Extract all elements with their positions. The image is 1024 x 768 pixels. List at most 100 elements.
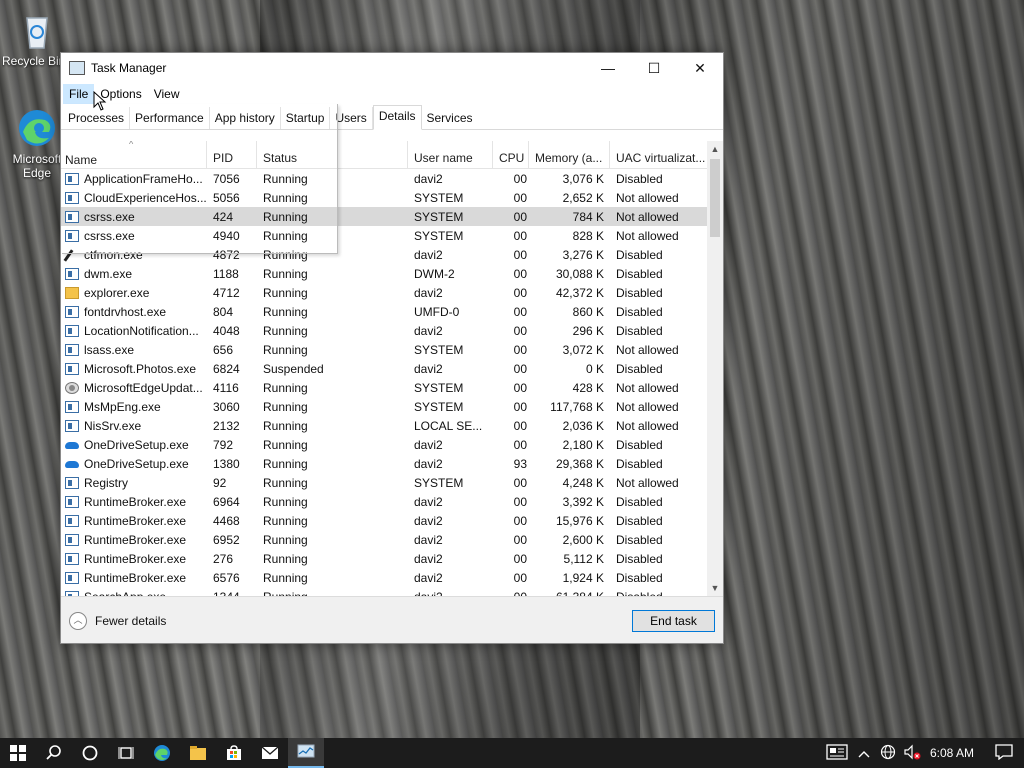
table-row[interactable]: Microsoft.Photos.exe 6824 Suspended davi2 00…: [61, 359, 707, 378]
table-row[interactable]: MicrosoftEdgeUpdat... 4116 Running SYSTEM 00…: [61, 378, 707, 397]
process-name: RuntimeBroker.exe: [84, 532, 187, 547]
scroll-up-icon[interactable]: ▲: [707, 141, 723, 157]
cell-name: explorer.exe: [61, 286, 207, 300]
table-row[interactable]: MsMpEng.exe 3060 Running SYSTEM 00 117,768 K N…: [61, 397, 707, 416]
minimize-button[interactable]: —: [585, 53, 631, 83]
cell-memory: 4,248 K: [562, 475, 604, 490]
tab-details[interactable]: Details: [372, 105, 422, 130]
table-row[interactable]: ApplicationFrameHo... 7056 Running davi2 00 3…: [61, 169, 707, 188]
cell-user-name: davi2: [414, 437, 443, 452]
start-button[interactable]: [0, 738, 36, 768]
cell-uac-virtualization: Disabled: [616, 285, 663, 300]
cell-uac-virtualization: Not allowed: [616, 190, 679, 205]
volume-muted-icon[interactable]: [900, 744, 924, 763]
tab-services[interactable]: Services: [422, 107, 478, 129]
scrollbar-thumb[interactable]: [710, 159, 720, 237]
table-row[interactable]: RuntimeBroker.exe 276 Running davi2 00 5,112 …: [61, 549, 707, 568]
edge-icon: [154, 745, 170, 761]
table-row[interactable]: csrss.exe 4940 Running SYSTEM 00 828 K Not all…: [61, 226, 707, 245]
tab-users[interactable]: Users: [330, 107, 373, 129]
cell-user-name: SYSTEM: [414, 209, 464, 224]
table-row[interactable]: LocationNotification... 4048 Running davi2 0…: [61, 321, 707, 340]
process-name: CloudExperienceHos...: [84, 190, 207, 205]
column-header-name[interactable]: Name ^: [61, 141, 207, 168]
fewer-details-button[interactable]: ︿ Fewer details: [69, 612, 166, 630]
table-row[interactable]: SearchApp.exe1344Runningdavi20061,384 KD…: [61, 587, 707, 596]
table-row[interactable]: lsass.exe 656 Running SYSTEM 00 3,072 K Not al…: [61, 340, 707, 359]
maximize-button[interactable]: ☐: [631, 53, 677, 83]
cell-pid: 1380: [213, 456, 240, 471]
cell-pid: 276: [213, 551, 234, 566]
table-row[interactable]: OneDriveSetup.exe 792 Running davi2 00 2,180 …: [61, 435, 707, 454]
app-window-icon: [65, 172, 79, 185]
folder-icon: [190, 746, 206, 760]
table-row[interactable]: csrss.exe 424 Running SYSTEM 00 784 K Not allo…: [61, 207, 707, 226]
process-name: NisSrv.exe: [84, 418, 142, 433]
network-globe-icon[interactable]: [876, 744, 900, 763]
cell-pid: 6824: [213, 361, 240, 376]
table-row[interactable]: NisSrv.exe 2132 Running LOCAL SE... 00 2,036 …: [61, 416, 707, 435]
taskbar-task-manager-button[interactable]: [288, 738, 324, 768]
tab-app-history[interactable]: App history: [210, 107, 281, 129]
action-center-icon[interactable]: [984, 743, 1024, 763]
table-row[interactable]: ctfmon.exe 4872 Running davi2 00 3,276 K Disab…: [61, 245, 707, 264]
process-name: csrss.exe: [84, 228, 135, 243]
task-view-button[interactable]: [108, 738, 144, 768]
cell-pid: 424: [213, 209, 234, 224]
tab-startup[interactable]: Startup: [281, 107, 331, 129]
news-widget-icon[interactable]: [822, 743, 852, 763]
cell-cpu: 00: [513, 399, 527, 414]
chevron-up-icon[interactable]: [852, 746, 876, 761]
cell-user-name: davi2: [414, 247, 443, 262]
table-row[interactable]: explorer.exe 4712 Running davi2 00 42,372 K Di…: [61, 283, 707, 302]
column-header-memory[interactable]: Memory (a...: [529, 141, 610, 168]
table-body: ApplicationFrameHo... 7056 Running davi2 00 3…: [61, 169, 707, 596]
process-name: RuntimeBroker.exe: [84, 513, 187, 528]
cell-memory: 0 K: [585, 361, 604, 376]
cell-pid: 656: [213, 342, 234, 357]
taskbar-clock[interactable]: 6:08 AM: [924, 746, 984, 760]
process-name: csrss.exe: [84, 209, 135, 224]
column-header-uac-virtualization[interactable]: UAC virtualizat...: [610, 141, 707, 168]
table-row[interactable]: RuntimeBroker.exe 6964 Running davi2 00 3,392…: [61, 492, 707, 511]
cell-user-name: DWM-2: [414, 266, 455, 281]
end-task-button[interactable]: End task: [632, 610, 715, 632]
desktop-icon-label: Microsoft Edge: [12, 152, 62, 180]
taskbar-edge-button[interactable]: [144, 738, 180, 768]
process-name: lsass.exe: [84, 342, 135, 357]
table-row[interactable]: Registry 92 Running SYSTEM 00 4,248 K Not allo…: [61, 473, 707, 492]
cortana-button[interactable]: [72, 738, 108, 768]
taskbar-file-explorer-button[interactable]: [180, 738, 216, 768]
table-row[interactable]: fontdrvhost.exe 804 Running UMFD-0 00 860 K Di…: [61, 302, 707, 321]
taskbar-store-button[interactable]: [216, 738, 252, 768]
cell-name: fontdrvhost.exe: [61, 305, 207, 319]
column-header-user-name[interactable]: User name: [408, 141, 493, 168]
cell-uac-virtualization: Disabled: [616, 513, 663, 528]
taskbar-mail-button[interactable]: [252, 738, 288, 768]
table-row[interactable]: RuntimeBroker.exe 4468 Running davi2 00 15,97…: [61, 511, 707, 530]
column-header-pid[interactable]: PID: [207, 141, 257, 168]
column-header-status[interactable]: Status: [257, 141, 408, 168]
vertical-scrollbar[interactable]: ▲ ▼: [707, 141, 723, 596]
folder-icon: [65, 286, 79, 299]
cell-pid: 6576: [213, 570, 240, 585]
table-row[interactable]: RuntimeBroker.exe 6952 Running davi2 00 2,600…: [61, 530, 707, 549]
task-manager-window: Task Manager — ☐ ✕ File Options View Pro…: [60, 52, 724, 644]
cell-uac-virtualization: Not allowed: [616, 209, 679, 224]
column-header-cpu[interactable]: CPU: [493, 141, 529, 168]
close-button[interactable]: ✕: [677, 53, 723, 83]
table-row[interactable]: RuntimeBroker.exe 6576 Running davi2 00 1,924…: [61, 568, 707, 587]
table-row[interactable]: CloudExperienceHos... 5056 Running SYSTEM 00…: [61, 188, 707, 207]
cell-memory: 3,076 K: [562, 171, 604, 186]
search-button[interactable]: [36, 738, 72, 768]
title-bar[interactable]: Task Manager — ☐ ✕: [61, 53, 723, 83]
menu-file[interactable]: File: [63, 84, 95, 104]
cell-cpu: 00: [513, 494, 527, 509]
app-window-icon: [65, 362, 79, 375]
table-row[interactable]: dwm.exe 1188 Running DWM-2 00 30,088 K Disable…: [61, 264, 707, 283]
cell-name: RuntimeBroker.exe: [61, 495, 207, 509]
scroll-down-icon[interactable]: ▼: [707, 580, 723, 596]
menu-view[interactable]: View: [148, 84, 186, 104]
table-row[interactable]: OneDriveSetup.exe 1380 Running davi2 93 29,36…: [61, 454, 707, 473]
tab-performance[interactable]: Performance: [130, 107, 210, 129]
